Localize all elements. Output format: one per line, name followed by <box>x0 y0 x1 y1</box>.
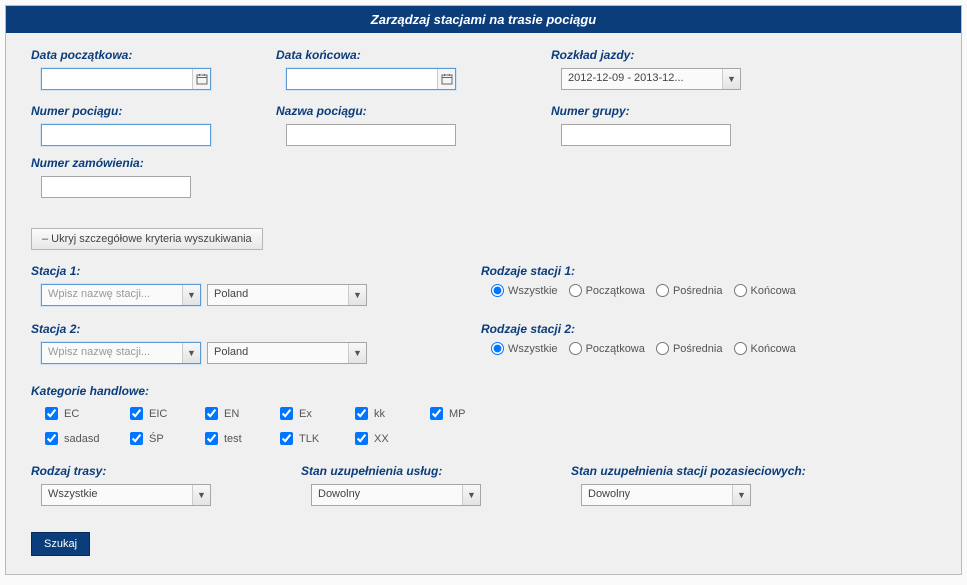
order-number-input[interactable] <box>41 176 191 198</box>
station2-placeholder: Wpisz nazwę stacji... <box>42 343 182 363</box>
station1-mid-radio[interactable]: Pośrednia <box>656 284 723 297</box>
category-check[interactable]: test <box>201 429 276 448</box>
toggle-details-button[interactable]: – Ukryj szczegółowe kryteria wyszukiwani… <box>31 228 263 250</box>
station1-country-combo[interactable]: Poland ▼ <box>207 284 367 306</box>
start-date-input[interactable] <box>42 69 192 89</box>
station-types2-group: Wszystkie Początkowa Pośrednia Końcowa <box>491 342 936 358</box>
train-number-label: Numer pociągu: <box>31 104 256 118</box>
station2-start-radio[interactable]: Początkowa <box>569 342 645 355</box>
station2-mid-radio[interactable]: Pośrednia <box>656 342 723 355</box>
category-check[interactable]: EIC <box>126 404 201 423</box>
category-check[interactable]: EN <box>201 404 276 423</box>
schedule-value: 2012-12-09 - 2013-12... <box>562 69 722 89</box>
station2-name-combo[interactable]: Wpisz nazwę stacji... ▼ <box>41 342 201 364</box>
station-types1-label: Rodzaje stacji 1: <box>481 264 936 278</box>
panel-body: Data początkowa: Data końcowa: <box>6 33 961 574</box>
chevron-down-icon[interactable]: ▼ <box>182 343 200 363</box>
route-type-combo[interactable]: Wszystkie ▼ <box>41 484 211 506</box>
chevron-down-icon[interactable]: ▼ <box>192 485 210 505</box>
route-type-label: Rodzaj trasy: <box>31 464 281 478</box>
search-button[interactable]: Szukaj <box>31 532 90 556</box>
category-check[interactable]: sadasd <box>41 429 126 448</box>
chevron-down-icon[interactable]: ▼ <box>348 285 366 305</box>
manage-stations-panel: Zarządzaj stacjami na trasie pociągu Dat… <box>5 5 962 575</box>
service-fill-combo[interactable]: Dowolny ▼ <box>311 484 481 506</box>
station-types2-label: Rodzaje stacji 2: <box>481 322 936 336</box>
calendar-icon[interactable] <box>437 69 455 89</box>
station2-end-radio[interactable]: Końcowa <box>734 342 796 355</box>
schedule-combo[interactable]: 2012-12-09 - 2013-12... ▼ <box>561 68 741 90</box>
station1-name-combo[interactable]: Wpisz nazwę stacji... ▼ <box>41 284 201 306</box>
start-date-label: Data początkowa: <box>31 48 256 62</box>
service-fill-value: Dowolny <box>312 485 462 505</box>
station1-label: Stacja 1: <box>31 264 481 278</box>
category-check[interactable]: TLK <box>276 429 351 448</box>
station2-country-combo[interactable]: Poland ▼ <box>207 342 367 364</box>
chevron-down-icon[interactable]: ▼ <box>348 343 366 363</box>
group-number-input[interactable] <box>561 124 731 146</box>
chevron-down-icon[interactable]: ▼ <box>462 485 480 505</box>
train-name-label: Nazwa pociągu: <box>276 104 501 118</box>
category-check[interactable]: kk <box>351 404 426 423</box>
category-check[interactable]: XX <box>351 429 426 448</box>
end-date-field[interactable] <box>286 68 456 90</box>
station1-end-radio[interactable]: Końcowa <box>734 284 796 297</box>
offnet-fill-label: Stan uzupełnienia stacji pozasieciowych: <box>571 464 901 478</box>
chevron-down-icon[interactable]: ▼ <box>722 69 740 89</box>
category-check[interactable]: EC <box>41 404 126 423</box>
end-date-label: Data końcowa: <box>276 48 501 62</box>
calendar-icon[interactable] <box>192 69 210 89</box>
start-date-field[interactable] <box>41 68 211 90</box>
station2-country-value: Poland <box>208 343 348 363</box>
group-number-label: Numer grupy: <box>551 104 751 118</box>
end-date-input[interactable] <box>287 69 437 89</box>
panel-title: Zarządzaj stacjami na trasie pociągu <box>6 6 961 33</box>
train-number-input[interactable] <box>41 124 211 146</box>
categories-grid: EC EIC EN Ex kk MP sadasd ŚP test TLK XX <box>41 404 936 448</box>
schedule-label: Rozkład jazdy: <box>551 48 776 62</box>
categories-label: Kategorie handlowe: <box>31 384 936 398</box>
station2-label: Stacja 2: <box>31 322 481 336</box>
category-check[interactable]: ŚP <box>126 429 201 448</box>
station1-start-radio[interactable]: Początkowa <box>569 284 645 297</box>
service-fill-label: Stan uzupełnienia usług: <box>301 464 551 478</box>
station1-placeholder: Wpisz nazwę stacji... <box>42 285 182 305</box>
station2-all-radio[interactable]: Wszystkie <box>491 342 558 355</box>
order-number-label: Numer zamówienia: <box>31 156 231 170</box>
station-types1-group: Wszystkie Początkowa Pośrednia Końcowa <box>491 284 936 300</box>
category-check[interactable]: MP <box>426 404 501 423</box>
train-name-input[interactable] <box>286 124 456 146</box>
station1-all-radio[interactable]: Wszystkie <box>491 284 558 297</box>
offnet-fill-combo[interactable]: Dowolny ▼ <box>581 484 751 506</box>
category-check[interactable]: Ex <box>276 404 351 423</box>
offnet-fill-value: Dowolny <box>582 485 732 505</box>
route-type-value: Wszystkie <box>42 485 192 505</box>
chevron-down-icon[interactable]: ▼ <box>182 285 200 305</box>
chevron-down-icon[interactable]: ▼ <box>732 485 750 505</box>
station1-country-value: Poland <box>208 285 348 305</box>
